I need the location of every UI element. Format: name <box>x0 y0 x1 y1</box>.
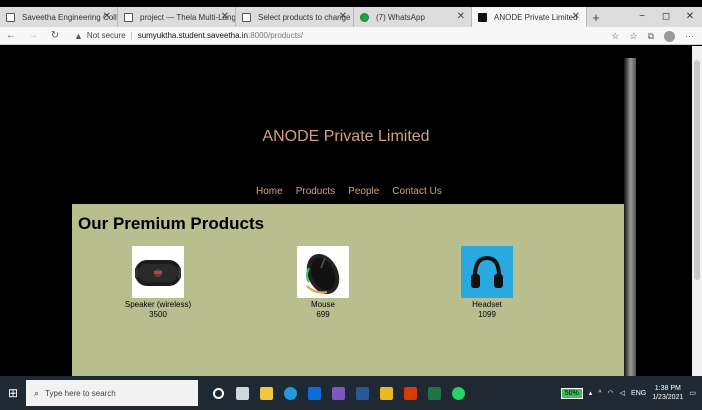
close-tab-icon[interactable]: ✕ <box>457 11 465 22</box>
language-indicator[interactable]: ENG <box>631 390 646 397</box>
windows-start-icon[interactable]: ⊞ <box>0 376 26 410</box>
close-tab-icon[interactable]: ✕ <box>221 11 229 22</box>
close-tab-icon[interactable]: ✕ <box>103 11 111 22</box>
warning-icon[interactable]: ▲ <box>74 31 83 41</box>
whatsapp-icon <box>360 13 369 22</box>
system-tray: 50% ▴ ^ ◠ ◁ ENG 1:38 PM 1/23/2021 ▭ <box>560 376 702 410</box>
security-label[interactable]: Not secure <box>87 31 126 40</box>
clock[interactable]: 1:38 PM 1/23/2021 <box>652 384 683 402</box>
notifications-icon[interactable]: ▭ <box>689 389 696 397</box>
collections-icon[interactable]: ⧉ <box>648 31 654 42</box>
products-section: Our Premium Products Speaker (wireless) … <box>72 204 624 376</box>
url-host: sumyuktha.student.saveetha.in <box>137 31 248 40</box>
tab-select-products[interactable]: Select products to change | D... ✕ <box>236 7 354 27</box>
network-icon[interactable]: ▴ <box>589 389 593 397</box>
minimize-button[interactable]: − <box>630 7 654 27</box>
speaker-image <box>132 246 184 298</box>
clock-time: 1:38 PM <box>654 385 681 392</box>
screen: Saveetha Engineering College ✕ project —… <box>0 0 702 410</box>
url-field[interactable]: sumyuktha.student.saveetha.in:8000/produ… <box>138 31 303 40</box>
favorite-star-icon[interactable]: ☆ <box>611 31 619 42</box>
battery-indicator[interactable]: 50% <box>560 387 583 399</box>
forward-arrow-icon[interactable]: → <box>22 30 44 41</box>
volume-icon[interactable]: ◁ <box>620 389 625 397</box>
site-title: ANODE Private Limited <box>262 128 430 145</box>
close-tab-icon[interactable]: ✕ <box>339 11 347 22</box>
new-tab-button[interactable]: + <box>587 7 605 27</box>
favorites-list-icon[interactable]: ☆ <box>629 31 637 42</box>
section-title: Our Premium Products <box>78 214 265 233</box>
tab-anode[interactable]: ANODE Private Limited ✕ <box>472 7 587 27</box>
store-icon[interactable] <box>254 376 278 410</box>
chrome-icon[interactable] <box>326 376 350 410</box>
nav-products-link[interactable]: Products <box>296 186 335 197</box>
tab-saveetha[interactable]: Saveetha Engineering College ✕ <box>0 7 118 27</box>
product-name: Mouse <box>310 300 335 309</box>
close-tab-icon[interactable]: ✕ <box>572 11 580 22</box>
web-page: ANODE Private Limited Home Products Peop… <box>0 46 692 376</box>
whatsapp-taskbar-icon[interactable] <box>446 376 470 410</box>
product-card[interactable]: Speaker (wireless) 3500 <box>103 246 213 320</box>
taskbar-apps <box>206 376 470 410</box>
address-bar: ← → ↻ ▲ Not secure | sumyuktha.student.s… <box>0 27 702 45</box>
product-card[interactable]: Mouse 699 <box>268 246 378 320</box>
search-icon: ⌕ <box>34 387 40 398</box>
taskbar-search-box[interactable]: ⌕ Type here to search <box>26 380 198 406</box>
excel-icon[interactable] <box>422 376 446 410</box>
taskbar: ⊞ ⌕ Type here to search 50% ▴ ^ ◠ ◁ ENG <box>0 376 702 410</box>
window-controls: − ◻ ✕ <box>630 7 702 27</box>
mail-icon[interactable] <box>302 376 326 410</box>
page-shadow-edge <box>624 58 636 376</box>
office-icon[interactable] <box>398 376 422 410</box>
page-icon <box>242 13 251 22</box>
tab-strip: Saveetha Engineering College ✕ project —… <box>0 7 702 27</box>
task-view-icon[interactable] <box>230 376 254 410</box>
scrollbar-thumb[interactable] <box>694 60 700 280</box>
wifi-icon[interactable]: ◠ <box>608 389 614 397</box>
tab-whatsapp[interactable]: (7) WhatsApp ✕ <box>354 7 472 27</box>
product-card[interactable]: Headset 1099 <box>432 246 542 320</box>
url-path: :8000/products/ <box>247 31 304 40</box>
product-price: 1099 <box>478 310 496 319</box>
product-price: 699 <box>316 310 330 319</box>
page-icon <box>6 13 15 22</box>
product-name: Speaker (wireless) <box>124 300 192 309</box>
mouse-image <box>297 246 349 298</box>
tab-label: (7) WhatsApp <box>376 12 425 22</box>
word-icon[interactable] <box>350 376 374 410</box>
show-hidden-icons-icon[interactable]: ^ <box>598 390 601 397</box>
site-icon <box>478 13 487 22</box>
cortana-icon[interactable] <box>206 376 230 410</box>
refresh-icon[interactable]: ↻ <box>44 30 66 41</box>
site-nav: Home Products People Contact Us <box>256 186 442 197</box>
product-name: Headset <box>472 300 502 309</box>
clock-date: 1/23/2021 <box>652 394 684 401</box>
nav-home-link[interactable]: Home <box>256 186 283 197</box>
back-arrow-icon[interactable]: ← <box>0 30 22 41</box>
page-scrollbar[interactable] <box>692 46 702 376</box>
close-window-button[interactable]: ✕ <box>678 7 702 27</box>
maximize-button[interactable]: ◻ <box>654 7 678 27</box>
search-placeholder: Type here to search <box>45 388 116 398</box>
file-explorer-icon[interactable] <box>374 376 398 410</box>
nav-people-link[interactable]: People <box>348 186 379 197</box>
divider: | <box>130 31 133 40</box>
headset-image <box>461 246 513 298</box>
more-menu-icon[interactable]: ⋯ <box>685 31 694 42</box>
toolbar-right: ☆ ☆ ⧉ ⋯ <box>611 27 694 45</box>
product-price: 3500 <box>149 310 167 319</box>
profile-avatar-icon[interactable] <box>664 30 675 42</box>
page-icon <box>124 13 133 22</box>
tab-label: ANODE Private Limited <box>494 12 578 22</box>
edge-icon[interactable] <box>278 376 302 410</box>
nav-contact-link[interactable]: Contact Us <box>392 186 441 197</box>
tab-project[interactable]: project — Thela Multi-Langu... ✕ <box>118 7 236 27</box>
